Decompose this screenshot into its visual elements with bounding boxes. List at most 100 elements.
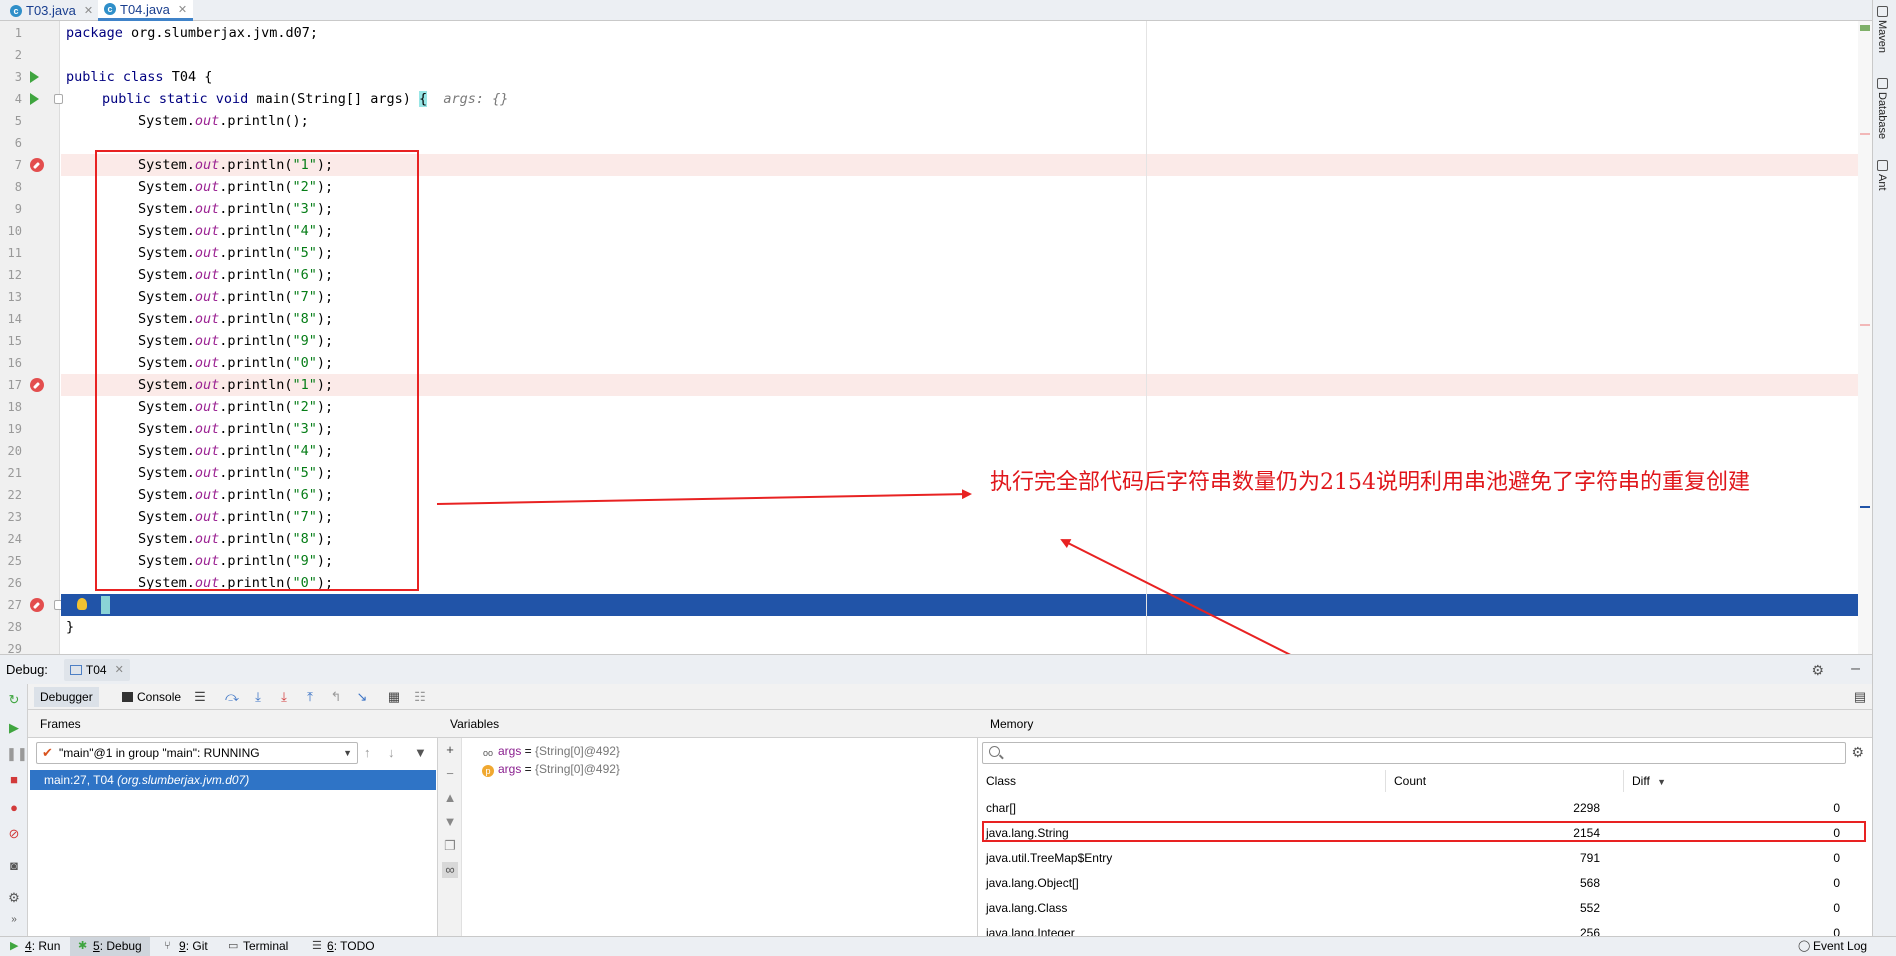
tab-debugger[interactable]: Debugger: [34, 687, 99, 707]
evaluate-expression-icon[interactable]: ▦: [386, 689, 402, 705]
camera-icon[interactable]: ◙: [6, 858, 22, 874]
run-gutter-icon[interactable]: [30, 71, 39, 83]
frames-list-icon[interactable]: ☰: [192, 689, 208, 705]
tab-t03-java[interactable]: c T03.java ✕: [4, 0, 99, 21]
line-number[interactable]: 11: [0, 242, 22, 264]
code-line[interactable]: [61, 638, 1872, 654]
line-number[interactable]: 20: [0, 440, 22, 462]
code-line[interactable]: System.out.println();: [61, 110, 1872, 132]
line-number[interactable]: 19: [0, 418, 22, 440]
code-editor[interactable]: 1 2 3 4 5 6 7 8 9 10 11 12 13 14 15 16 17 18 19 20 21 22 23 24 2…: [0, 21, 1872, 654]
line-number[interactable]: 21: [0, 462, 22, 484]
line-number[interactable]: 22: [0, 484, 22, 506]
settings-icon[interactable]: ⚙: [6, 890, 22, 906]
gear-icon[interactable]: ⚙: [1811, 662, 1824, 679]
memory-row[interactable]: java.lang.Object[] 568 0: [978, 871, 1872, 896]
run-gutter-icon[interactable]: [30, 93, 39, 105]
memory-row[interactable]: java.lang.String 2154 0: [978, 821, 1872, 846]
debug-tool-button[interactable]: ✱ 5: Debug: [70, 937, 150, 956]
resume-icon[interactable]: ▶: [6, 720, 22, 736]
column-header-diff[interactable]: Diff ▼: [1624, 770, 1872, 792]
code-line[interactable]: System.out.println("7");: [61, 286, 1872, 308]
tab-t04-java[interactable]: c T04.java ✕: [98, 0, 194, 21]
memory-row[interactable]: char[] 2298 0: [978, 796, 1872, 821]
code-line[interactable]: System.out.println("8");: [61, 528, 1872, 550]
code-line[interactable]: [61, 594, 1872, 616]
line-number[interactable]: 2: [0, 44, 22, 66]
code-line[interactable]: System.out.println("3");: [61, 418, 1872, 440]
exec-line-marker[interactable]: [1860, 506, 1870, 508]
thread-selector[interactable]: ✔ "main"@1 in group "main": RUNNING ▼: [36, 742, 358, 764]
memory-row[interactable]: java.util.TreeMap$Entry 791 0: [978, 846, 1872, 871]
code-line[interactable]: [61, 132, 1872, 154]
code-line[interactable]: System.out.println("0");: [61, 352, 1872, 374]
filter-icon[interactable]: ▼: [414, 745, 427, 760]
force-step-into-icon[interactable]: ⤓: [276, 689, 292, 705]
step-into-icon[interactable]: ⤓: [250, 689, 266, 705]
close-icon[interactable]: ✕: [178, 3, 187, 16]
line-number[interactable]: 3: [0, 66, 22, 88]
line-number[interactable]: 10: [0, 220, 22, 242]
duplicate-icon[interactable]: ❐: [442, 838, 458, 854]
code-line[interactable]: System.out.println("0");: [61, 572, 1872, 594]
editor-gutter[interactable]: 1 2 3 4 5 6 7 8 9 10 11 12 13 14 15 16 17 18 19 20 21 22 23 24 2…: [0, 21, 63, 654]
line-number[interactable]: 1: [0, 22, 22, 44]
git-tool-button[interactable]: ⑂ 9: Git: [156, 937, 216, 956]
tab-console[interactable]: Console: [116, 687, 187, 707]
line-number[interactable]: 27: [0, 594, 22, 616]
minimize-icon[interactable]: –: [1851, 660, 1860, 678]
close-icon[interactable]: ✕: [84, 4, 93, 17]
code-line[interactable]: System.out.println("2");: [61, 396, 1872, 418]
code-line[interactable]: package org.slumberjax.jvm.d07;: [61, 22, 1872, 44]
line-number[interactable]: 13: [0, 286, 22, 308]
lightbulb-icon[interactable]: [77, 598, 87, 610]
breakpoint-marker[interactable]: [1860, 133, 1870, 135]
breakpoint-marker[interactable]: [1860, 324, 1870, 326]
line-number[interactable]: 16: [0, 352, 22, 374]
variable-row[interactable]: p args = {String[0]@492}: [482, 760, 620, 778]
code-line[interactable]: System.out.println("4");: [61, 440, 1872, 462]
step-over-icon[interactable]: ⤼: [224, 689, 240, 705]
breakpoint-icon[interactable]: [30, 598, 44, 612]
column-header-count[interactable]: Count: [1386, 770, 1624, 792]
step-out-icon[interactable]: ⤒: [302, 689, 318, 705]
line-number[interactable]: 6: [0, 132, 22, 154]
rerun-icon[interactable]: ↻: [6, 692, 22, 708]
line-number[interactable]: 8: [0, 176, 22, 198]
move-up-icon[interactable]: ▲: [442, 790, 458, 806]
line-number[interactable]: 26: [0, 572, 22, 594]
stop-icon[interactable]: ■: [6, 772, 22, 788]
terminal-tool-button[interactable]: ▭ Terminal: [220, 937, 296, 956]
frame-row[interactable]: main:27, T04 (org.slumberjax.jvm.d07): [30, 770, 436, 790]
debug-session-tab[interactable]: T04 ✕: [63, 658, 130, 681]
line-number[interactable]: 15: [0, 330, 22, 352]
code-line[interactable]: System.out.println("6");: [61, 264, 1872, 286]
line-number[interactable]: 28: [0, 616, 22, 638]
line-number[interactable]: 5: [0, 110, 22, 132]
move-down-icon[interactable]: ▼: [442, 814, 458, 830]
watches-toggle-icon[interactable]: ∞: [442, 862, 458, 878]
code-line[interactable]: System.out.println("1");: [61, 154, 1872, 176]
line-number[interactable]: 14: [0, 308, 22, 330]
mute-breakpoints-icon[interactable]: ⊘: [6, 826, 22, 842]
drop-frame-icon[interactable]: ↰: [328, 689, 344, 705]
code-line[interactable]: System.out.println("5");: [61, 242, 1872, 264]
run-tool-button[interactable]: ▶ 4: Run: [2, 937, 68, 956]
column-header-class[interactable]: Class: [978, 770, 1386, 792]
code-line[interactable]: [61, 44, 1872, 66]
expand-icon[interactable]: »: [6, 912, 22, 928]
database-tool-button[interactable]: Database: [1876, 78, 1888, 139]
memory-search-input[interactable]: [982, 742, 1846, 764]
pause-icon[interactable]: ❚❚: [6, 746, 28, 762]
ant-tool-button[interactable]: Ant: [1876, 160, 1888, 191]
event-log-button[interactable]: ◯ Event Log: [1790, 937, 1875, 956]
code-line[interactable]: }: [61, 616, 1872, 638]
trace-icon[interactable]: ☷: [412, 689, 428, 705]
code-line[interactable]: System.out.println("1");: [61, 374, 1872, 396]
code-line[interactable]: System.out.println("7");: [61, 506, 1872, 528]
arrow-up-icon[interactable]: ↑: [364, 745, 371, 760]
memory-row[interactable]: java.lang.Class 552 0: [978, 896, 1872, 921]
code-line[interactable]: System.out.println("4");: [61, 220, 1872, 242]
breakpoint-icon[interactable]: [30, 158, 44, 172]
code-line[interactable]: public class T04 {: [61, 66, 1872, 88]
